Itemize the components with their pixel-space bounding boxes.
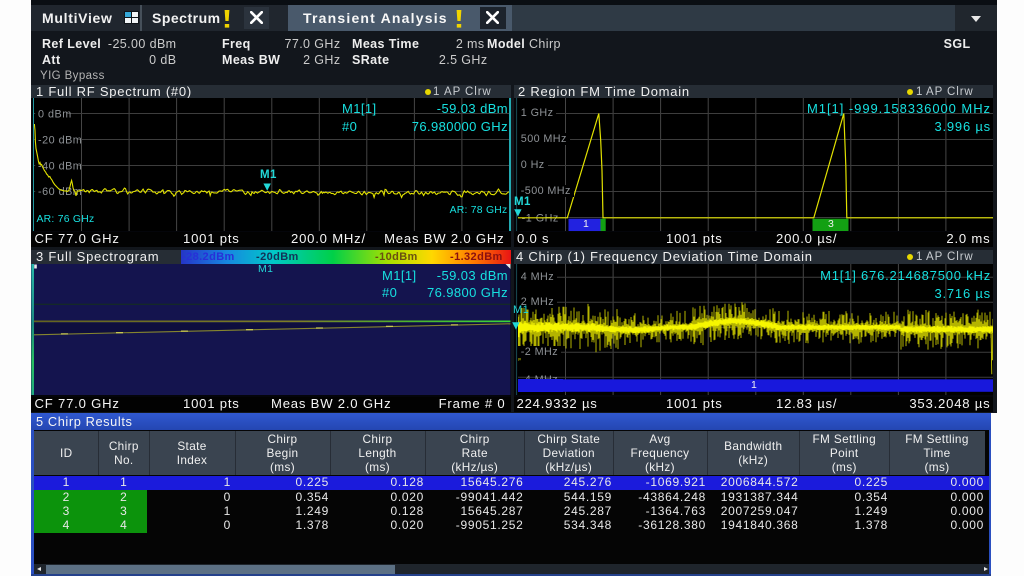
svg-text:-20 dBm: -20 dBm: [38, 134, 82, 146]
svg-text:0 dBm: 0 dBm: [38, 108, 72, 120]
